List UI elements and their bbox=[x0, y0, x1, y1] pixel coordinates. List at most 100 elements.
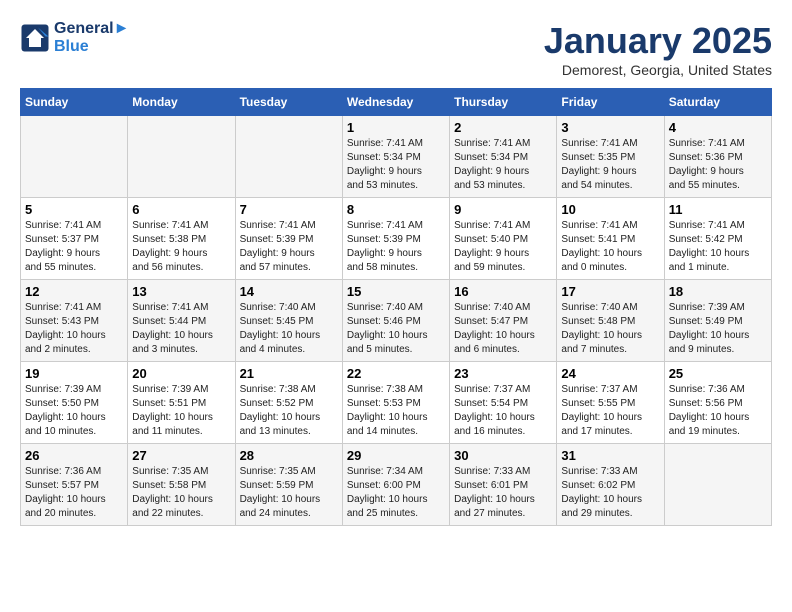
table-row: 6 Sunrise: 7:41 AM Sunset: 5:38 PM Daylig… bbox=[128, 198, 235, 280]
day-number: 25 bbox=[669, 366, 767, 381]
calendar-body: 1 Sunrise: 7:41 AM Sunset: 5:34 PM Daylig… bbox=[21, 116, 772, 526]
calendar-header: Sunday Monday Tuesday Wednesday Thursday… bbox=[21, 89, 772, 116]
day-info: Sunrise: 7:41 AM Sunset: 5:36 PM Dayligh… bbox=[669, 137, 767, 193]
logo: General► Blue bbox=[20, 20, 129, 56]
day-info: Sunrise: 7:40 AM Sunset: 5:47 PM Dayligh… bbox=[454, 301, 552, 357]
day-number: 2 bbox=[454, 120, 552, 135]
logo-icon bbox=[20, 23, 50, 53]
day-number: 29 bbox=[347, 448, 445, 463]
calendar-week-row: 1 Sunrise: 7:41 AM Sunset: 5:34 PM Daylig… bbox=[21, 116, 772, 198]
day-number: 31 bbox=[561, 448, 659, 463]
table-row bbox=[21, 116, 128, 198]
day-info: Sunrise: 7:41 AM Sunset: 5:42 PM Dayligh… bbox=[669, 219, 767, 275]
day-info: Sunrise: 7:41 AM Sunset: 5:41 PM Dayligh… bbox=[561, 219, 659, 275]
day-number: 17 bbox=[561, 284, 659, 299]
day-number: 14 bbox=[240, 284, 338, 299]
table-row: 1 Sunrise: 7:41 AM Sunset: 5:34 PM Daylig… bbox=[342, 116, 449, 198]
day-number: 1 bbox=[347, 120, 445, 135]
day-number: 23 bbox=[454, 366, 552, 381]
day-info: Sunrise: 7:41 AM Sunset: 5:38 PM Dayligh… bbox=[132, 219, 230, 275]
table-row: 14Sunrise: 7:40 AM Sunset: 5:45 PM Dayli… bbox=[235, 280, 342, 362]
header-sunday: Sunday bbox=[21, 89, 128, 116]
table-row: 31Sunrise: 7:33 AM Sunset: 6:02 PM Dayli… bbox=[557, 444, 664, 526]
table-row: 11 Sunrise: 7:41 AM Sunset: 5:42 PM Dayli… bbox=[664, 198, 771, 280]
day-number: 6 bbox=[132, 202, 230, 217]
day-info: Sunrise: 7:35 AM Sunset: 5:59 PM Dayligh… bbox=[240, 465, 338, 521]
day-info: Sunrise: 7:41 AM Sunset: 5:40 PM Dayligh… bbox=[454, 219, 552, 275]
location-subtitle: Demorest, Georgia, United States bbox=[544, 62, 772, 78]
table-row: 18 Sunrise: 7:39 AM Sunset: 5:49 PM Dayli… bbox=[664, 280, 771, 362]
day-number: 7 bbox=[240, 202, 338, 217]
day-number: 9 bbox=[454, 202, 552, 217]
day-info: Sunrise: 7:41 AM Sunset: 5:35 PM Dayligh… bbox=[561, 137, 659, 193]
header-friday: Friday bbox=[557, 89, 664, 116]
day-info: Sunrise: 7:34 AM Sunset: 6:00 PM Dayligh… bbox=[347, 465, 445, 521]
day-info: Sunrise: 7:36 AM Sunset: 5:56 PM Dayligh… bbox=[669, 383, 767, 439]
table-row: 17Sunrise: 7:40 AM Sunset: 5:48 PM Dayli… bbox=[557, 280, 664, 362]
day-number: 28 bbox=[240, 448, 338, 463]
day-info: Sunrise: 7:41 AM Sunset: 5:34 PM Dayligh… bbox=[347, 137, 445, 193]
table-row: 10 Sunrise: 7:41 AM Sunset: 5:41 PM Dayli… bbox=[557, 198, 664, 280]
day-info: Sunrise: 7:37 AM Sunset: 5:54 PM Dayligh… bbox=[454, 383, 552, 439]
day-info: Sunrise: 7:40 AM Sunset: 5:46 PM Dayligh… bbox=[347, 301, 445, 357]
calendar-week-row: 5Sunrise: 7:41 AM Sunset: 5:37 PM Daylig… bbox=[21, 198, 772, 280]
day-info: Sunrise: 7:35 AM Sunset: 5:58 PM Dayligh… bbox=[132, 465, 230, 521]
table-row bbox=[235, 116, 342, 198]
day-number: 18 bbox=[669, 284, 767, 299]
day-number: 24 bbox=[561, 366, 659, 381]
table-row: 16Sunrise: 7:40 AM Sunset: 5:47 PM Dayli… bbox=[450, 280, 557, 362]
day-number: 12 bbox=[25, 284, 123, 299]
day-number: 22 bbox=[347, 366, 445, 381]
day-number: 8 bbox=[347, 202, 445, 217]
day-info: Sunrise: 7:41 AM Sunset: 5:39 PM Dayligh… bbox=[240, 219, 338, 275]
header-tuesday: Tuesday bbox=[235, 89, 342, 116]
day-info: Sunrise: 7:39 AM Sunset: 5:50 PM Dayligh… bbox=[25, 383, 123, 439]
month-title: January 2025 bbox=[544, 20, 772, 62]
day-number: 19 bbox=[25, 366, 123, 381]
calendar-week-row: 26Sunrise: 7:36 AM Sunset: 5:57 PM Dayli… bbox=[21, 444, 772, 526]
table-row: 28 Sunrise: 7:35 AM Sunset: 5:59 PM Dayli… bbox=[235, 444, 342, 526]
table-row: 27 Sunrise: 7:35 AM Sunset: 5:58 PM Dayli… bbox=[128, 444, 235, 526]
table-row: 5Sunrise: 7:41 AM Sunset: 5:37 PM Daylig… bbox=[21, 198, 128, 280]
table-row bbox=[128, 116, 235, 198]
day-info: Sunrise: 7:38 AM Sunset: 5:52 PM Dayligh… bbox=[240, 383, 338, 439]
day-info: Sunrise: 7:39 AM Sunset: 5:51 PM Dayligh… bbox=[132, 383, 230, 439]
logo-line2: Blue bbox=[54, 38, 129, 56]
table-row: 21 Sunrise: 7:38 AM Sunset: 5:52 PM Dayli… bbox=[235, 362, 342, 444]
title-block: January 2025 Demorest, Georgia, United S… bbox=[544, 20, 772, 78]
table-row: 2Sunrise: 7:41 AM Sunset: 5:34 PM Daylig… bbox=[450, 116, 557, 198]
table-row: 4 Sunrise: 7:41 AM Sunset: 5:36 PM Daylig… bbox=[664, 116, 771, 198]
day-info: Sunrise: 7:41 AM Sunset: 5:44 PM Dayligh… bbox=[132, 301, 230, 357]
calendar-week-row: 12Sunrise: 7:41 AM Sunset: 5:43 PM Dayli… bbox=[21, 280, 772, 362]
day-number: 15 bbox=[347, 284, 445, 299]
table-row: 24 Sunrise: 7:37 AM Sunset: 5:55 PM Dayli… bbox=[557, 362, 664, 444]
calendar-table: Sunday Monday Tuesday Wednesday Thursday… bbox=[20, 88, 772, 526]
table-row: 23 Sunrise: 7:37 AM Sunset: 5:54 PM Dayli… bbox=[450, 362, 557, 444]
calendar-week-row: 19 Sunrise: 7:39 AM Sunset: 5:50 PM Dayli… bbox=[21, 362, 772, 444]
page-header: General► Blue January 2025 Demorest, Geo… bbox=[20, 20, 772, 78]
day-number: 26 bbox=[25, 448, 123, 463]
day-number: 11 bbox=[669, 202, 767, 217]
table-row: 19 Sunrise: 7:39 AM Sunset: 5:50 PM Dayli… bbox=[21, 362, 128, 444]
table-row: 15 Sunrise: 7:40 AM Sunset: 5:46 PM Dayli… bbox=[342, 280, 449, 362]
table-row: 22 Sunrise: 7:38 AM Sunset: 5:53 PM Dayli… bbox=[342, 362, 449, 444]
day-info: Sunrise: 7:39 AM Sunset: 5:49 PM Dayligh… bbox=[669, 301, 767, 357]
table-row: 20Sunrise: 7:39 AM Sunset: 5:51 PM Dayli… bbox=[128, 362, 235, 444]
table-row: 29 Sunrise: 7:34 AM Sunset: 6:00 PM Dayli… bbox=[342, 444, 449, 526]
header-wednesday: Wednesday bbox=[342, 89, 449, 116]
day-info: Sunrise: 7:41 AM Sunset: 5:39 PM Dayligh… bbox=[347, 219, 445, 275]
day-number: 4 bbox=[669, 120, 767, 135]
header-monday: Monday bbox=[128, 89, 235, 116]
day-number: 21 bbox=[240, 366, 338, 381]
day-info: Sunrise: 7:38 AM Sunset: 5:53 PM Dayligh… bbox=[347, 383, 445, 439]
day-number: 10 bbox=[561, 202, 659, 217]
day-number: 27 bbox=[132, 448, 230, 463]
day-number: 5 bbox=[25, 202, 123, 217]
day-info: Sunrise: 7:37 AM Sunset: 5:55 PM Dayligh… bbox=[561, 383, 659, 439]
day-number: 3 bbox=[561, 120, 659, 135]
table-row: 8 Sunrise: 7:41 AM Sunset: 5:39 PM Daylig… bbox=[342, 198, 449, 280]
logo-line1: General► bbox=[54, 20, 129, 38]
table-row: 3 Sunrise: 7:41 AM Sunset: 5:35 PM Daylig… bbox=[557, 116, 664, 198]
table-row: 9 Sunrise: 7:41 AM Sunset: 5:40 PM Daylig… bbox=[450, 198, 557, 280]
header-saturday: Saturday bbox=[664, 89, 771, 116]
